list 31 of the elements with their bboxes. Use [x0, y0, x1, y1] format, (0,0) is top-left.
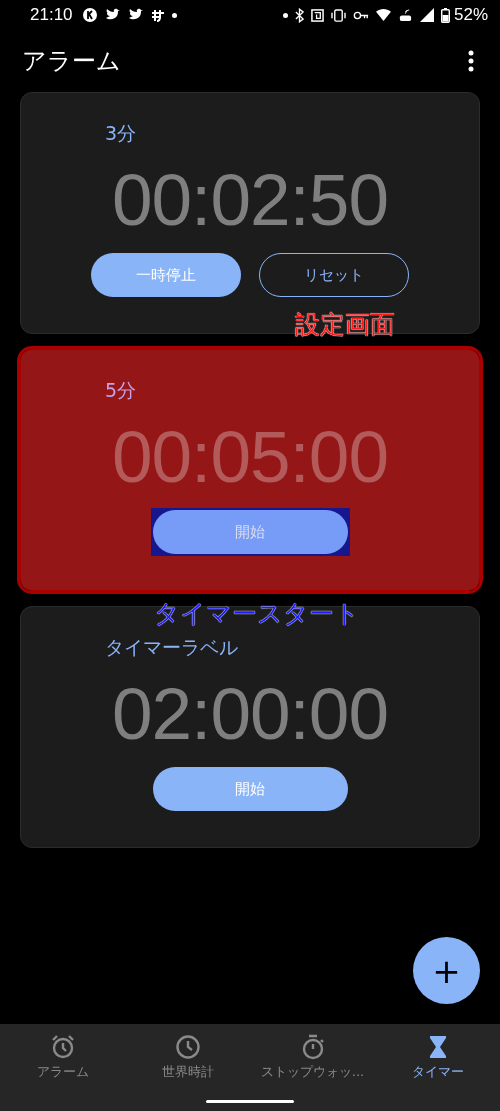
- battery-percent: 52%: [453, 5, 488, 25]
- annotation-text: タイマースタート: [154, 598, 360, 630]
- add-button[interactable]: +: [413, 937, 480, 1004]
- app-icon: [150, 8, 165, 22]
- nav-tab[interactable]: タイマー: [375, 1024, 500, 1111]
- signal-icon: [419, 8, 434, 22]
- timer-label: タイマーラベル: [105, 635, 238, 660]
- timer-time: 00:02:50: [111, 158, 389, 242]
- nfc-icon: [310, 8, 324, 22]
- bird-icon: [127, 8, 144, 22]
- nav-tab[interactable]: ストップウォッ...: [250, 1024, 375, 1111]
- timer-time: 00:05:00: [111, 415, 389, 499]
- status-time: 21:10: [30, 5, 73, 25]
- timer-time: 02:00:00: [111, 672, 389, 756]
- nav-tab[interactable]: アラーム: [0, 1024, 125, 1111]
- clock-icon: [174, 1034, 201, 1060]
- wifi-icon: [375, 8, 391, 22]
- timer-label: 5分: [105, 378, 137, 403]
- dot-icon: [282, 12, 288, 18]
- key-icon: [352, 10, 369, 20]
- notification-icon: [81, 7, 98, 23]
- nav-tab[interactable]: 世界時計: [125, 1024, 250, 1111]
- annotation-text: 設定画面: [295, 309, 395, 341]
- more-options-icon[interactable]: [468, 50, 474, 72]
- battery-icon: [440, 7, 450, 23]
- bird-icon: [104, 8, 121, 22]
- bluetooth-icon: [294, 7, 304, 23]
- dot-icon: [171, 12, 177, 18]
- app-title: アラーム: [22, 46, 121, 77]
- timer-label: 3分: [105, 121, 137, 146]
- vibrate-icon: [330, 8, 346, 22]
